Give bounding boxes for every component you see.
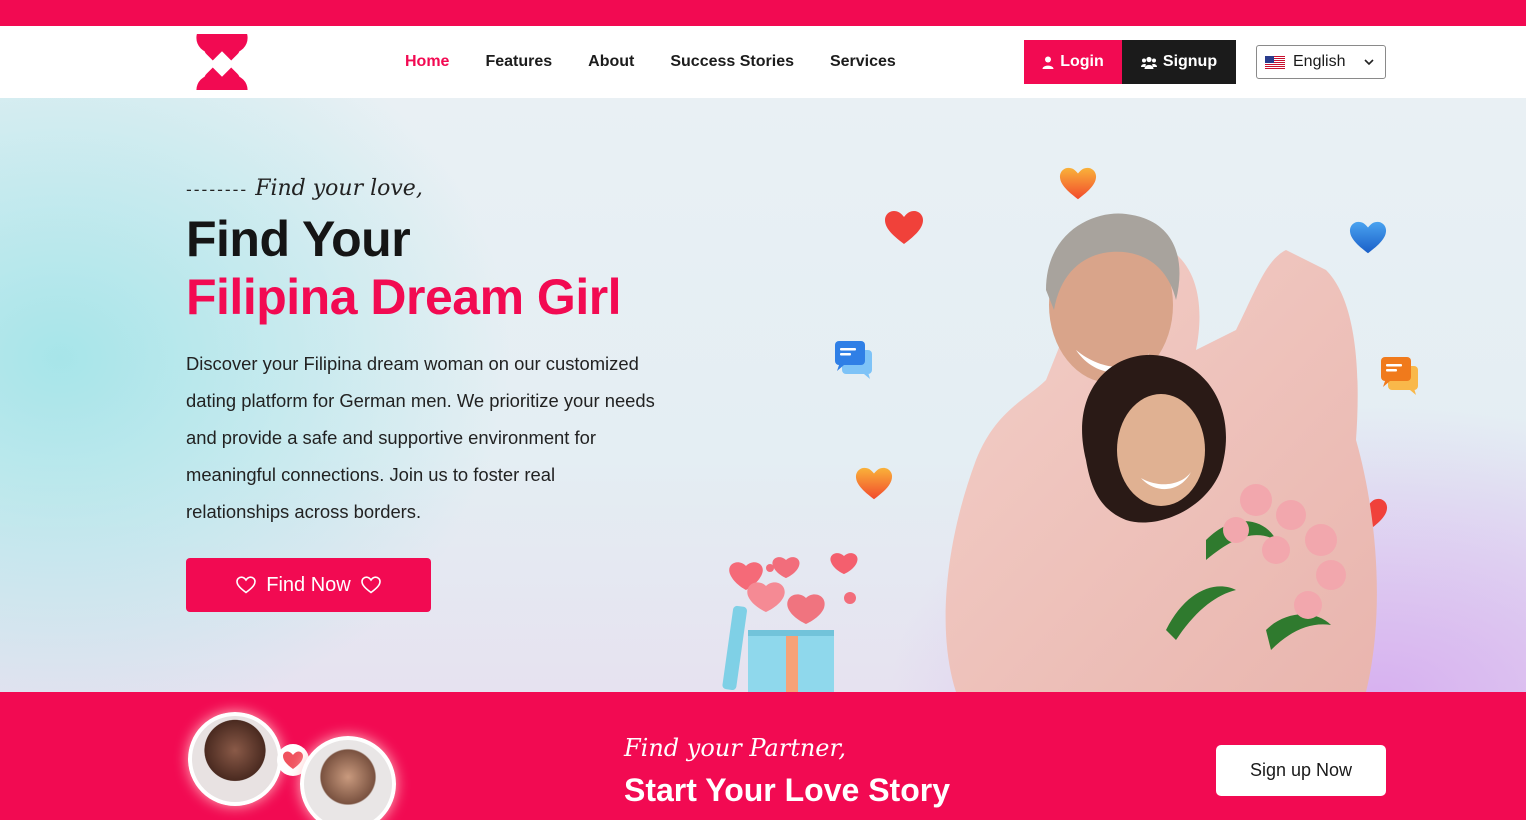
nav-home[interactable]: Home [405,53,449,71]
user-icon [1042,56,1054,69]
woman-avatar [188,712,282,806]
language-select[interactable]: English [1256,45,1386,79]
nav-features[interactable]: Features [485,53,552,71]
heart-icon [1059,167,1097,200]
tagline-text: Find your love, [255,176,423,201]
hero-description: Discover your Filipina dream woman on ou… [186,353,655,522]
man-avatar [300,736,396,820]
chat-bubble-icon [835,341,872,379]
find-now-button[interactable]: Find Now [186,558,431,612]
main-nav: Home Features About Success Stories Serv… [405,26,932,98]
heart-icon [855,467,893,500]
heart-icon [885,211,923,244]
login-button[interactable]: Login [1024,40,1122,84]
nav-services[interactable]: Services [830,53,896,71]
us-flag-icon [1265,55,1285,69]
signup-button[interactable]: Signup [1122,40,1236,84]
cta-banner: Find your Partner, Start Your Love Story… [0,692,1526,820]
sign-up-now-button[interactable]: Sign up Now [1216,745,1386,796]
language-selected: English [1293,53,1346,70]
login-label: Login [1060,53,1104,70]
gift-box-icon [722,553,858,692]
heart-outline-icon [360,576,381,594]
hero-section: -------- Find your love, Find Your Filip… [0,98,1526,692]
hero-tagline: -------- Find your love, [186,176,423,201]
double-heart-logo-icon[interactable] [186,22,258,106]
cta-script-text: Find your Partner, [624,734,846,762]
top-accent-bar [0,0,1526,26]
couple-photo [945,213,1377,692]
cta-title: Start Your Love Story [624,772,950,808]
navbar: Home Features About Success Stories Serv… [0,22,1526,106]
find-now-label: Find Now [266,573,351,596]
nav-about[interactable]: About [588,53,634,71]
nav-success-stories[interactable]: Success Stories [670,53,794,71]
signup-label: Signup [1162,53,1218,70]
hero-title-line2: Filipina Dream Girl [186,269,622,325]
users-icon [1140,56,1157,69]
chevron-down-icon [1364,59,1374,66]
heart-outline-icon [236,576,257,594]
tagline-dashes: -------- [186,180,249,199]
hero-title-line1: Find Your [186,211,411,267]
